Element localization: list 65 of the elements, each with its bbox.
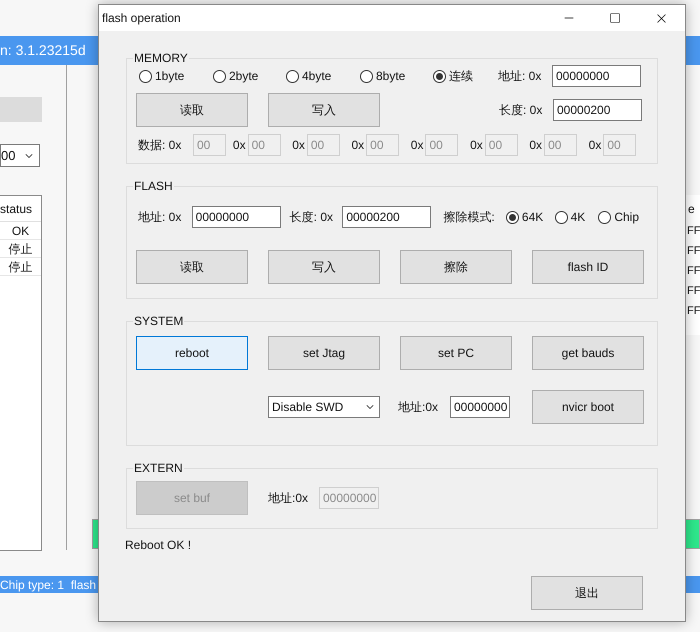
- field-label: 0x: [232, 137, 246, 154]
- status-bar-text: Chip type: 1 flash: [0, 576, 96, 594]
- app-version-text: n: 3.1.23215d: [0, 41, 86, 60]
- system-action-button[interactable]: get bauds: [532, 336, 644, 370]
- radio-label: 连续: [449, 68, 473, 85]
- table-cell-text: FF: [686, 284, 700, 299]
- field-label: 0x: [351, 137, 364, 154]
- flash-action-button[interactable]: 读取: [136, 250, 248, 284]
- table-cell-text: FF: [686, 244, 700, 259]
- table-cell-text: FF: [686, 304, 700, 319]
- write-button[interactable]: 写入: [268, 93, 380, 127]
- radio-label: 4byte: [302, 68, 332, 85]
- input-field[interactable]: 00000200: [342, 206, 432, 228]
- window-title: flash operation: [102, 10, 181, 27]
- radio-button[interactable]: [554, 210, 568, 224]
- radio-label: 2byte: [229, 68, 258, 85]
- field-label: 地址:0x: [268, 490, 310, 507]
- radio-label: Chip: [614, 209, 639, 226]
- field-label: 0x: [529, 137, 542, 154]
- field-label: 0x: [410, 137, 424, 154]
- maximize-icon[interactable]: [609, 12, 621, 24]
- system-action-button[interactable]: set PC: [400, 336, 512, 370]
- field-label: 长度: 0x: [499, 102, 544, 119]
- radio-button[interactable]: [360, 70, 373, 82]
- radio-label: 8byte: [376, 68, 406, 85]
- table-cell: 停止: [0, 240, 41, 258]
- field-label: 0x: [292, 137, 305, 154]
- input-field[interactable]: 00000000: [450, 396, 510, 418]
- flash-action-button[interactable]: flash ID: [532, 250, 644, 284]
- system-action-button[interactable]: reboot: [136, 336, 248, 370]
- table-cell: 停止: [0, 258, 41, 276]
- swd-dropdown[interactable]: Disable SWD: [268, 396, 380, 418]
- radio-label: 1byte: [155, 68, 184, 85]
- input-field[interactable]: 00000200: [553, 99, 642, 121]
- column-header: e: [687, 201, 696, 218]
- exit-button[interactable]: 退出: [531, 576, 643, 610]
- flash-action-button[interactable]: 擦除: [400, 250, 512, 284]
- flash-action-button[interactable]: 写入: [268, 250, 380, 284]
- radio-button[interactable]: [286, 70, 299, 82]
- radio-button[interactable]: [139, 70, 152, 82]
- field-label: 擦除模式:: [443, 209, 496, 226]
- radio-button[interactable]: [433, 70, 446, 82]
- input-field[interactable]: 00000000: [192, 206, 281, 228]
- field-label: 0x: [470, 137, 483, 154]
- field-label: 地址:0x: [398, 399, 440, 416]
- field-label: 地址: 0x: [498, 68, 542, 85]
- input-field[interactable]: 00000000: [552, 65, 641, 87]
- field-label: 数据: 0x: [138, 137, 182, 154]
- radio-button[interactable]: [213, 70, 226, 82]
- radio-button[interactable]: [506, 210, 519, 224]
- column-header: status: [0, 196, 41, 222]
- radio-label: 4K: [570, 209, 586, 226]
- combo-box[interactable]: 00: [0, 144, 40, 167]
- radio-label: 64K: [522, 209, 544, 226]
- field-label: 地址: 0x: [138, 209, 182, 226]
- table-cell-text: FF: [686, 264, 700, 279]
- nvicr-boot-button[interactable]: nvicr boot: [532, 390, 644, 424]
- status-message: Reboot OK !: [125, 537, 192, 554]
- table-cell: OK: [0, 222, 41, 240]
- read-button[interactable]: 读取: [136, 93, 248, 127]
- field-label: 长度: 0x: [290, 209, 334, 226]
- radio-button[interactable]: [598, 210, 612, 224]
- system-action-button[interactable]: set Jtag: [268, 336, 380, 370]
- field-label: 0x: [588, 137, 602, 154]
- table-cell-text: FF: [686, 224, 700, 239]
